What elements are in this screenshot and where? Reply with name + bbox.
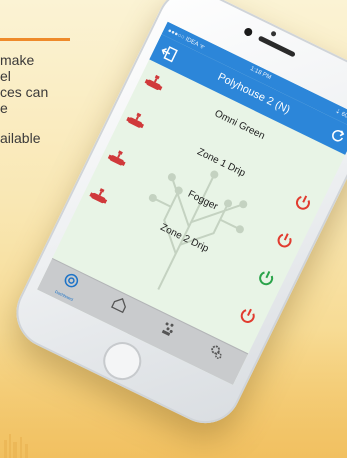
front-camera [242,26,254,38]
home-button[interactable] [96,335,148,387]
phone-device: ●●●○○ IDEA ᯤ 1:18 PM ⇣ 60% ■ Polyhouse 2… [4,0,347,436]
app-screen: ●●●○○ IDEA ᯤ 1:18 PM ⇣ 60% ■ Polyhouse 2… [37,21,347,386]
valve-icon [126,112,145,129]
earpiece-speaker [257,35,296,58]
gears-icon [211,345,222,359]
front-sensor [270,30,277,38]
power-icon[interactable] [236,304,260,328]
dashboard-icon [64,273,79,288]
valve-icon [89,188,108,204]
plant-icon [161,322,174,336]
valve-icon [107,150,126,167]
phone-wrapper: ●●●○○ IDEA ᯤ 1:18 PM ⇣ 60% ■ Polyhouse 2… [0,0,347,458]
valve-icon [144,74,163,91]
home-icon [111,298,127,314]
tab-settings[interactable] [183,333,245,384]
